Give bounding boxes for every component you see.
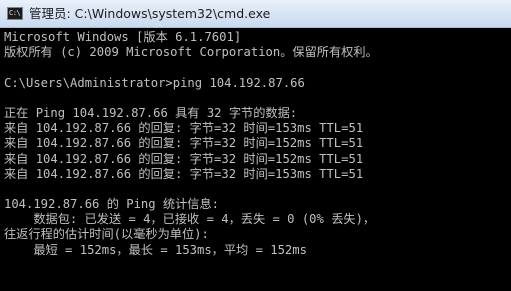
round-trip-statistics-line: 最短 = 152ms，最长 = 153ms，平均 = 152ms bbox=[4, 242, 307, 257]
ping-statistics-header: 104.192.87.66 的 Ping 统计信息: bbox=[4, 197, 220, 212]
console-output-area[interactable]: Microsoft Windows [版本 6.1.7601] 版权所有 (c)… bbox=[0, 28, 511, 291]
packet-statistics-line: 数据包: 已发送 = 4，已接收 = 4，丢失 = 0 (0% 丢失)， bbox=[4, 212, 376, 227]
ping-reply-line: 来自 104.192.87.66 的回复: 字节=32 时间=152ms TTL… bbox=[4, 151, 364, 166]
console-line: Microsoft Windows [版本 6.1.7601] bbox=[4, 30, 242, 44]
title-bar[interactable]: C:\ 管理员: C:\Windows\system32\cmd.exe bbox=[0, 0, 511, 28]
command-line: C:\Users\Administrator>ping 104.192.87.6… bbox=[4, 75, 305, 90]
console-line: 版权所有 (c) 2009 Microsoft Corporation。保留所有… bbox=[4, 45, 378, 60]
window-title: 管理员: C:\Windows\system32\cmd.exe bbox=[29, 6, 271, 21]
cmd-icon-glyph: C:\ bbox=[9, 9, 21, 17]
ping-reply-line: 来自 104.192.87.66 的回复: 字节=32 时间=153ms TTL… bbox=[4, 121, 364, 136]
console-lines: Microsoft Windows [版本 6.1.7601] 版权所有 (c)… bbox=[4, 30, 378, 258]
round-trip-header: 往返行程的估计时间(以毫秒为单位): bbox=[4, 227, 209, 242]
cmd-icon[interactable]: C:\ bbox=[7, 7, 23, 20]
ping-reply-line: 来自 104.192.87.66 的回复: 字节=32 时间=153ms TTL… bbox=[4, 166, 364, 181]
ping-header-line: 正在 Ping 104.192.87.66 具有 32 字节的数据: bbox=[4, 105, 298, 120]
cmd-window: C:\ 管理员: C:\Windows\system32\cmd.exe Mic… bbox=[0, 0, 511, 291]
ping-reply-line: 来自 104.192.87.66 的回复: 字节=32 时间=152ms TTL… bbox=[4, 136, 364, 151]
